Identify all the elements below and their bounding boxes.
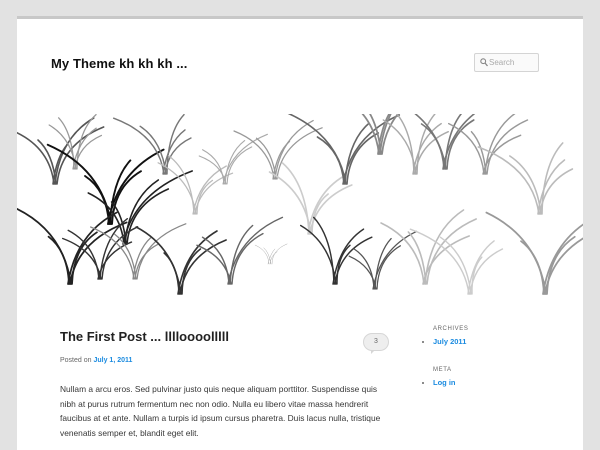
grass-blade bbox=[439, 236, 472, 295]
meta-widget-title: META bbox=[433, 367, 452, 373]
header-image[interactable] bbox=[17, 114, 583, 306]
login-link[interactable]: Log in bbox=[433, 378, 456, 387]
meta-list: Log in bbox=[423, 378, 456, 387]
grass-blade bbox=[509, 155, 542, 215]
grass-tuft bbox=[157, 154, 234, 215]
grass-blade bbox=[353, 248, 375, 290]
search-input[interactable] bbox=[489, 55, 537, 70]
grass-blade bbox=[348, 255, 377, 290]
grass-blade bbox=[541, 142, 564, 215]
grass-tuft bbox=[485, 211, 583, 295]
comment-count-badge[interactable]: 3 bbox=[363, 333, 389, 354]
grass-blade bbox=[442, 114, 476, 170]
grass-blade bbox=[47, 235, 70, 285]
grass-tuft bbox=[198, 133, 268, 185]
post-body: Nullam a arcu eros. Sed pulvinar justo q… bbox=[60, 384, 381, 438]
post-date-link[interactable]: July 1, 2011 bbox=[93, 357, 132, 364]
grass-tuft bbox=[135, 226, 227, 295]
grass-blade bbox=[447, 122, 485, 175]
grass-blade bbox=[57, 117, 75, 170]
grass-blade bbox=[167, 154, 195, 215]
grass-blade bbox=[316, 136, 345, 185]
site-title[interactable]: My Theme kh kh kh ... bbox=[51, 56, 187, 71]
grass-blade bbox=[271, 243, 288, 265]
grass-blade bbox=[196, 244, 232, 285]
archives-widget-title: ARCHIVES bbox=[433, 326, 469, 332]
grass-tuft bbox=[477, 142, 574, 215]
grass-blade bbox=[274, 119, 314, 180]
archive-item: July 2011 bbox=[433, 337, 466, 346]
grass-blade bbox=[124, 179, 160, 245]
page: My Theme kh kh kh ... The First Post ...… bbox=[17, 16, 583, 450]
grass-tuft bbox=[254, 243, 288, 265]
grass-blade bbox=[263, 247, 272, 265]
grass-blade bbox=[307, 175, 345, 235]
post-title[interactable]: The First Post ... lllloooolllll bbox=[60, 329, 229, 344]
grass-blade bbox=[269, 251, 278, 265]
meta-item: Log in bbox=[433, 378, 456, 387]
post-meta: Posted on July 1, 2011 bbox=[60, 357, 132, 364]
grass-tuft bbox=[447, 114, 529, 175]
grass-blade bbox=[56, 126, 105, 185]
grass-blade bbox=[17, 131, 55, 185]
archive-link[interactable]: July 2011 bbox=[433, 337, 466, 346]
grass-blade bbox=[122, 170, 193, 245]
search-field[interactable] bbox=[474, 53, 539, 72]
grass-blade bbox=[484, 114, 516, 175]
grass-tuft bbox=[196, 216, 284, 285]
grass-tuft bbox=[287, 114, 401, 185]
grass-blade bbox=[361, 114, 380, 155]
grass-blade bbox=[276, 127, 323, 180]
grass-blade bbox=[177, 230, 218, 295]
archives-list: July 2011 bbox=[423, 337, 466, 346]
grass-blade bbox=[281, 162, 310, 235]
grass-tuft bbox=[112, 114, 192, 175]
grass-blade bbox=[135, 226, 182, 295]
grass-blade bbox=[424, 209, 465, 285]
grass-blade bbox=[312, 216, 335, 285]
grass-blade bbox=[426, 218, 477, 285]
grass-tuft bbox=[380, 209, 477, 285]
grass-tuft bbox=[268, 162, 353, 235]
grass-blade bbox=[254, 244, 270, 265]
grass-tuft bbox=[348, 230, 418, 290]
grass-blade bbox=[539, 168, 574, 215]
grass-blade bbox=[544, 237, 583, 295]
grass-blade bbox=[17, 207, 72, 285]
posted-on-label: Posted on bbox=[60, 357, 92, 364]
grass-blade bbox=[395, 114, 415, 175]
search-icon bbox=[480, 58, 488, 67]
grass-blade bbox=[520, 240, 545, 295]
